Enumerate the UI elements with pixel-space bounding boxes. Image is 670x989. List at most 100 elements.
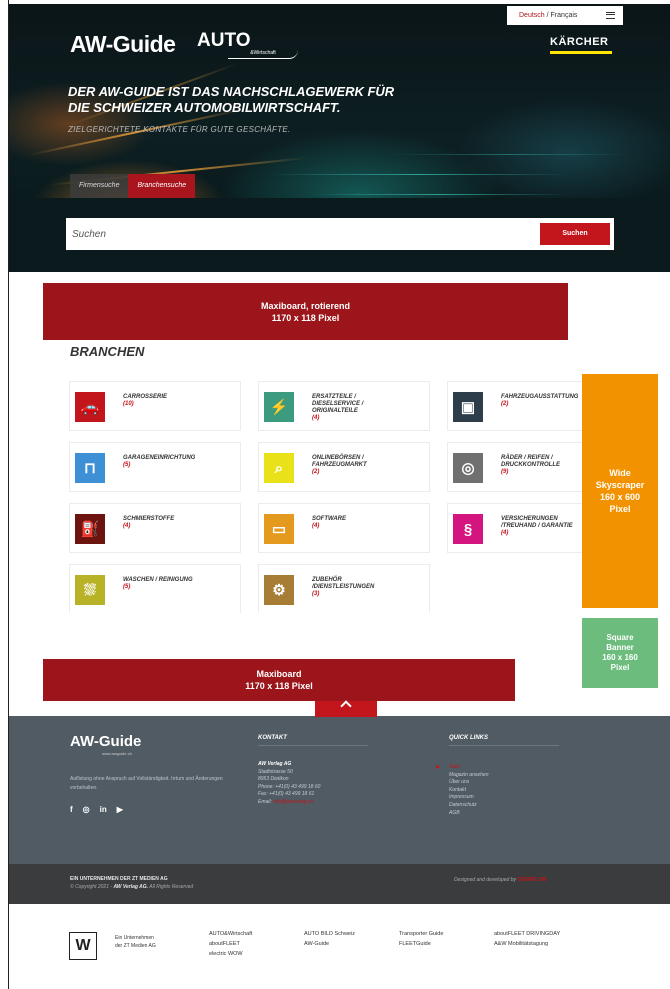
zt-medien-logo[interactable]: W	[69, 932, 97, 960]
branche-name: WASCHEN / REINIGUNG (5)	[123, 577, 240, 591]
publisher-link[interactable]: electric WOW	[209, 949, 252, 959]
tab-firmensuche[interactable]: Firmensuche	[70, 174, 129, 198]
oil-can-icon: ⛽	[75, 514, 105, 544]
publisher-link[interactable]: FLEETGuide	[399, 939, 443, 949]
maxiboard-ad-bottom[interactable]: Maxiboard 1170 x 118 Pixel	[43, 659, 515, 701]
magnifier-icon: ⌕	[264, 453, 294, 483]
instagram-icon[interactable]: ◎	[83, 805, 90, 814]
branche-count: (2)	[312, 469, 320, 475]
footer-bar-company: EIN UNTERNEHMEN DER ZT MEDIEN AG	[70, 876, 168, 882]
branche-name: CARROSSERIE (10)	[123, 394, 240, 408]
branche-count: (10)	[123, 401, 134, 407]
language-switcher: Deutsch / Français	[507, 6, 623, 25]
branche-count: (5)	[123, 462, 131, 468]
credit-agency-link[interactable]: OVERFLOW	[517, 877, 546, 883]
quicklink-item[interactable]: AGB	[449, 810, 488, 818]
footer-logo[interactable]: AW-Guide	[70, 733, 141, 750]
publisher-link[interactable]: A&W Mobilitätstagung	[494, 939, 560, 949]
branche-name-line: WASCHEN / REINIGUNG	[123, 577, 193, 583]
ad-square-line-3: 160 x 160	[602, 653, 638, 662]
footer-logo-sub: www.awguide.ch	[102, 751, 132, 756]
lang-de-link[interactable]: Deutsch	[519, 12, 545, 19]
footer-quicklinks-heading: QUICK LINKS	[449, 735, 559, 746]
search-bar: Suchen	[66, 218, 614, 250]
lang-fr-link[interactable]: Français	[551, 12, 578, 19]
kontakt-company: AW Verlag AG	[258, 761, 292, 767]
branche-card[interactable]: ⛆ WASCHEN / REINIGUNG (5)	[69, 564, 241, 613]
quicklink-item[interactable]: Kontakt	[449, 787, 488, 795]
branche-card[interactable]: ⊓ GARAGENEINRICHTUNG (5)	[69, 442, 241, 492]
kaercher-logo[interactable]: KÄRCHER	[550, 36, 609, 48]
quicklink-item[interactable]: Datenschutz	[449, 802, 488, 810]
back-to-top-button[interactable]	[315, 701, 377, 717]
ad-bottom-line-2: 1170 x 118 Pixel	[245, 681, 313, 691]
branche-card[interactable]: ▭ SOFTWARE (4)	[258, 503, 430, 553]
publisher-link[interactable]: aboutFLEET	[209, 939, 252, 949]
auto-wirtschaft-logo[interactable]: AUTO	[197, 30, 250, 52]
branche-card[interactable]: ⛽ SCHMIERSTOFFE (4)	[69, 503, 241, 553]
square-banner-ad[interactable]: Square Banner 160 x 160 Pixel	[582, 618, 658, 688]
branche-count: (4)	[123, 523, 131, 529]
branche-name-line: FAHRZEUGMARKT	[312, 462, 367, 468]
service-icon: ⚙	[264, 575, 294, 605]
hero-headline: DER AW-GUIDE IST DAS NACHSCHLAGEWERK FÜR…	[68, 84, 488, 116]
footer-kontakt: AW Verlag AG Stadtstrasse 50 8953 Dietik…	[258, 761, 320, 807]
car-body-icon: 🚗	[75, 392, 105, 422]
branche-card[interactable]: ⚙ ZUBEHÖR/DIENSTLEISTUNGEN (3)	[258, 564, 430, 613]
quicklink-item[interactable]: Über uns	[449, 779, 488, 787]
lang-separator: /	[546, 12, 549, 19]
quicklink-item[interactable]: Start	[435, 764, 488, 772]
quicklink-item[interactable]: Impressum	[449, 794, 488, 802]
kaercher-logo-bar	[550, 51, 612, 54]
branche-count: (4)	[312, 523, 320, 529]
ad-top-line-2: 1170 x 118 Pixel	[271, 312, 340, 323]
copyright-text: © Copyright 2021 -	[70, 884, 113, 890]
branche-name: ONLINEBÖRSEN / FAHRZEUGMARKT (2)	[312, 455, 429, 476]
publisher-col-2: AUTO BILD Schweiz AW-Guide	[304, 929, 355, 949]
spark-plug-icon: ⚡	[264, 392, 294, 422]
copyright-company: AW Verlag AG.	[113, 884, 149, 890]
search-button[interactable]: Suchen	[540, 223, 610, 245]
kontakt-email-row: Email: info@awverlag.ch	[258, 799, 320, 807]
ad-square-line-2: Banner	[606, 643, 634, 652]
branche-name-line: SOFTWARE	[312, 516, 346, 522]
ad-sky-line-2: Skyscraper	[595, 480, 645, 490]
publisher-link[interactable]: aboutFLEET DRIVINGDAY	[494, 929, 560, 939]
credit-text: Designed and developed by	[454, 877, 516, 883]
zt-medien-line-2: der ZT Medien AG	[115, 943, 156, 949]
copyright-rights: All Rights Reserved	[149, 884, 194, 890]
footer-bar-copyright: © Copyright 2021 - AW Verlag AG. All Rig…	[70, 884, 193, 890]
branche-name-line: CARROSSERIE	[123, 394, 168, 400]
branche-card[interactable]: ⌕ ONLINEBÖRSEN / FAHRZEUGMARKT (2)	[258, 442, 430, 492]
maxiboard-ad-top[interactable]: Maxiboard, rotierend 1170 x 118 Pixel	[43, 283, 568, 340]
branche-count: (5)	[123, 584, 131, 590]
branchen-grid: 🚗 CARROSSERIE (10) ⚡ ERSATZTEILE / DIESELSERV…	[69, 381, 629, 613]
footer-kontakt-heading: KONTAKT	[258, 735, 368, 746]
aw-guide-logo[interactable]: AW-Guide	[70, 31, 176, 58]
branche-card[interactable]: 🚗 CARROSSERIE (10)	[69, 381, 241, 431]
publisher-link[interactable]: AUTO BILD Schweiz	[304, 929, 355, 939]
publisher-link[interactable]: AW-Guide	[304, 939, 355, 949]
footer-quicklinks: Start Magazin ansehen Über uns Kontakt Impre…	[435, 764, 488, 818]
branche-name: SCHMIERSTOFFE (4)	[123, 516, 240, 530]
publisher-link[interactable]: Transporter Guide	[399, 929, 443, 939]
branche-name-line: ERSATZTEILE /	[312, 394, 356, 400]
kontakt-email-link[interactable]: info@awverlag.ch	[273, 799, 313, 805]
youtube-icon[interactable]: ▶	[117, 805, 123, 814]
headline-line-2: DIE SCHWEIZER AUTOMOBILWIRTSCHAFT.	[68, 100, 341, 115]
branche-card[interactable]: ⚡ ERSATZTEILE / DIESELSERVICE / ORIGINALTEI…	[258, 381, 430, 431]
wide-skyscraper-ad[interactable]: Wide Skyscraper 160 x 600 Pixel	[582, 374, 658, 608]
branche-name-line: DIESELSERVICE /	[312, 401, 364, 407]
publisher-link[interactable]: AUTO&Wirtschaft	[209, 929, 252, 939]
search-input[interactable]	[66, 218, 536, 250]
tab-branchensuche[interactable]: Branchensuche	[128, 174, 196, 198]
branche-name-line: SCHMIERSTOFFE	[123, 516, 175, 522]
linkedin-icon[interactable]: in	[100, 805, 107, 814]
zt-medien-text: Ein Unternehmen der ZT Medien AG	[115, 934, 156, 950]
publisher-col-3: Transporter Guide FLEETGuide	[399, 929, 443, 949]
ad-sky-line-1: Wide	[609, 468, 631, 478]
branche-name-line: /DIENSTLEISTUNGEN	[312, 584, 375, 590]
footer-social-links: f ◎ in ▶	[70, 805, 123, 814]
hamburger-menu-icon[interactable]	[606, 12, 615, 19]
facebook-icon[interactable]: f	[70, 805, 73, 814]
